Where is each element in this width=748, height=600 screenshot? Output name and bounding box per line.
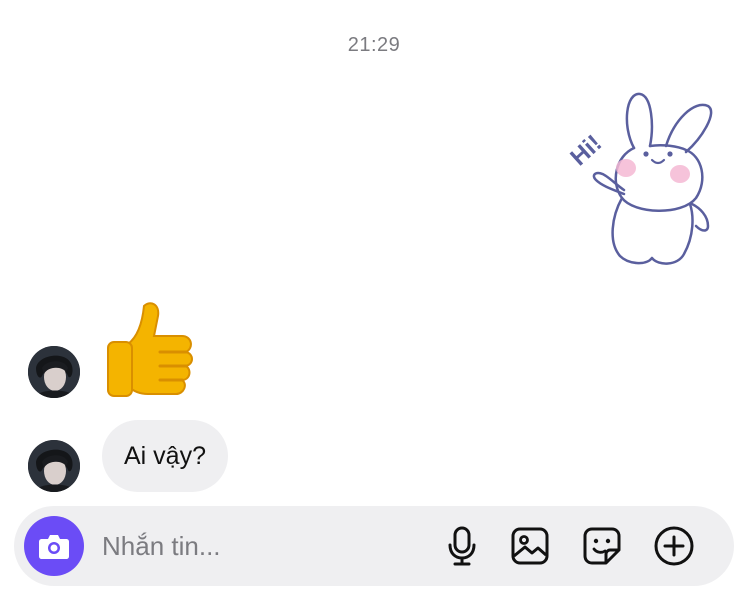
message-bubble[interactable]: Ai vậy?	[102, 420, 228, 492]
sticker-button[interactable]	[580, 524, 624, 568]
more-options-button[interactable]	[652, 524, 696, 568]
sticker-message[interactable]: Hi!	[562, 86, 722, 270]
message-text: Ai vậy?	[124, 441, 206, 470]
thumbs-up-emoji-message[interactable]	[104, 298, 200, 398]
avatar[interactable]	[28, 440, 80, 492]
microphone-icon	[448, 526, 476, 566]
bunny-waving-sticker: Hi!	[565, 92, 713, 265]
gallery-button[interactable]	[508, 524, 552, 568]
camera-icon	[39, 535, 69, 559]
thumbs-up-icon	[107, 302, 193, 397]
microphone-button[interactable]	[440, 524, 484, 568]
avatar[interactable]	[28, 346, 80, 398]
message-input[interactable]	[102, 524, 402, 568]
user-avatar-icon	[28, 440, 80, 492]
message-composer	[14, 506, 734, 586]
sticker-icon	[583, 527, 621, 565]
sticker-hi-text: Hi!	[565, 130, 607, 171]
user-avatar-icon	[28, 346, 80, 398]
gallery-icon	[511, 527, 549, 565]
camera-button[interactable]	[24, 516, 84, 576]
chat-timestamp: 21:29	[347, 34, 401, 56]
plus-icon	[654, 526, 694, 566]
